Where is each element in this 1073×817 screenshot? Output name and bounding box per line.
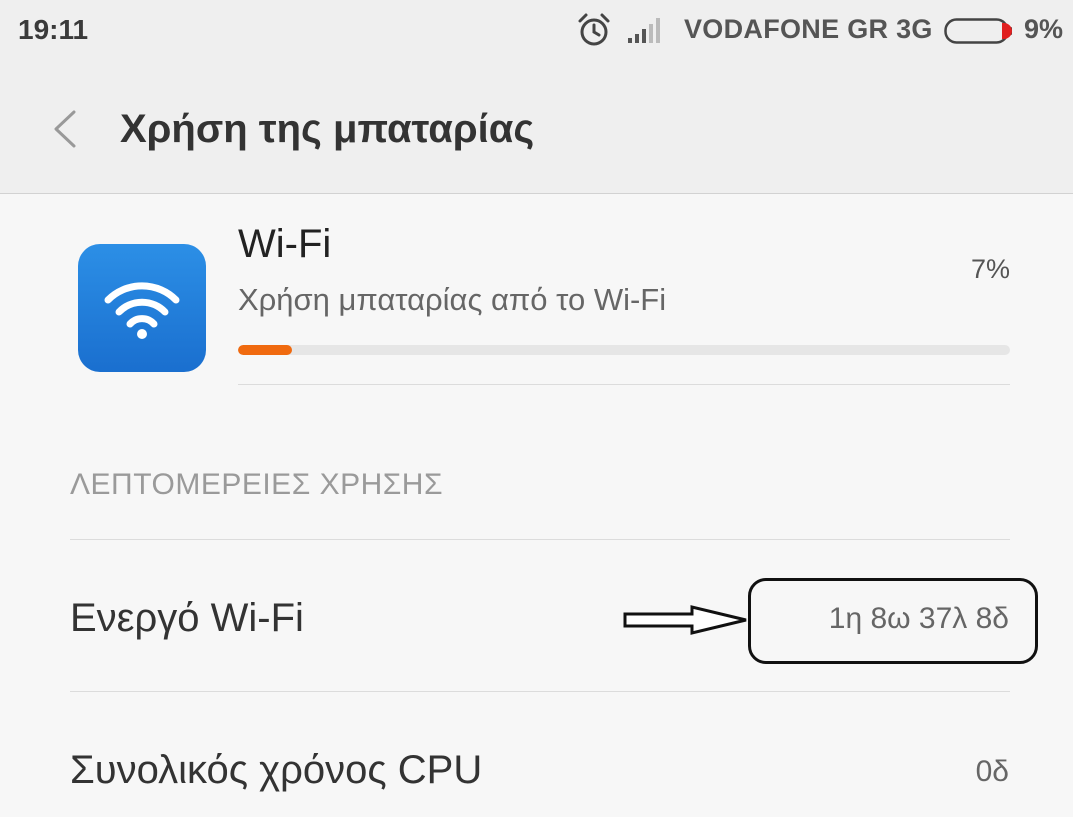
battery-icon	[944, 18, 1012, 44]
detail-label: Ενεργό Wi-Fi	[70, 596, 304, 640]
wifi-app-icon	[78, 244, 206, 372]
battery-usage-screen: 19:11 VODAFONE GR 3G 9% Χρήση της μπαταρ…	[0, 0, 1073, 817]
section-header-usage-details: ΛΕΠΤΟΜΕΡΕΙΕΣ ΧΡΗΣΗΣ	[70, 468, 444, 501]
battery-percent: 9%	[1024, 14, 1064, 44]
status-bar: 19:11 VODAFONE GR 3G 9%	[0, 0, 1073, 64]
chevron-left-icon[interactable]	[50, 108, 80, 150]
app-name: Wi-Fi	[238, 222, 332, 266]
app-description: Χρήση μπαταρίας από το Wi-Fi	[238, 282, 667, 317]
divider	[238, 384, 1010, 385]
divider	[70, 539, 1010, 540]
detail-value: 0δ	[975, 755, 1009, 788]
usage-progress-fill	[238, 345, 293, 355]
status-time: 19:11	[18, 14, 89, 45]
carrier-name: VODAFONE GR 3G	[684, 14, 933, 44]
title-bar: Χρήση της μπαταρίας	[0, 64, 1073, 194]
detail-label: Συνολικός χρόνος CPU	[70, 748, 483, 792]
usage-progress-bar	[238, 345, 1010, 355]
divider	[70, 691, 1010, 692]
signal-strength-icon	[628, 18, 660, 43]
wifi-icon	[104, 282, 180, 339]
alarm-clock-icon	[578, 13, 610, 46]
app-usage-percent: 7%	[970, 254, 1010, 284]
annotation-arrow-icon	[623, 605, 747, 635]
page-title: Χρήση της μπαταρίας	[120, 107, 535, 151]
annotation-highlight-box	[748, 578, 1038, 664]
